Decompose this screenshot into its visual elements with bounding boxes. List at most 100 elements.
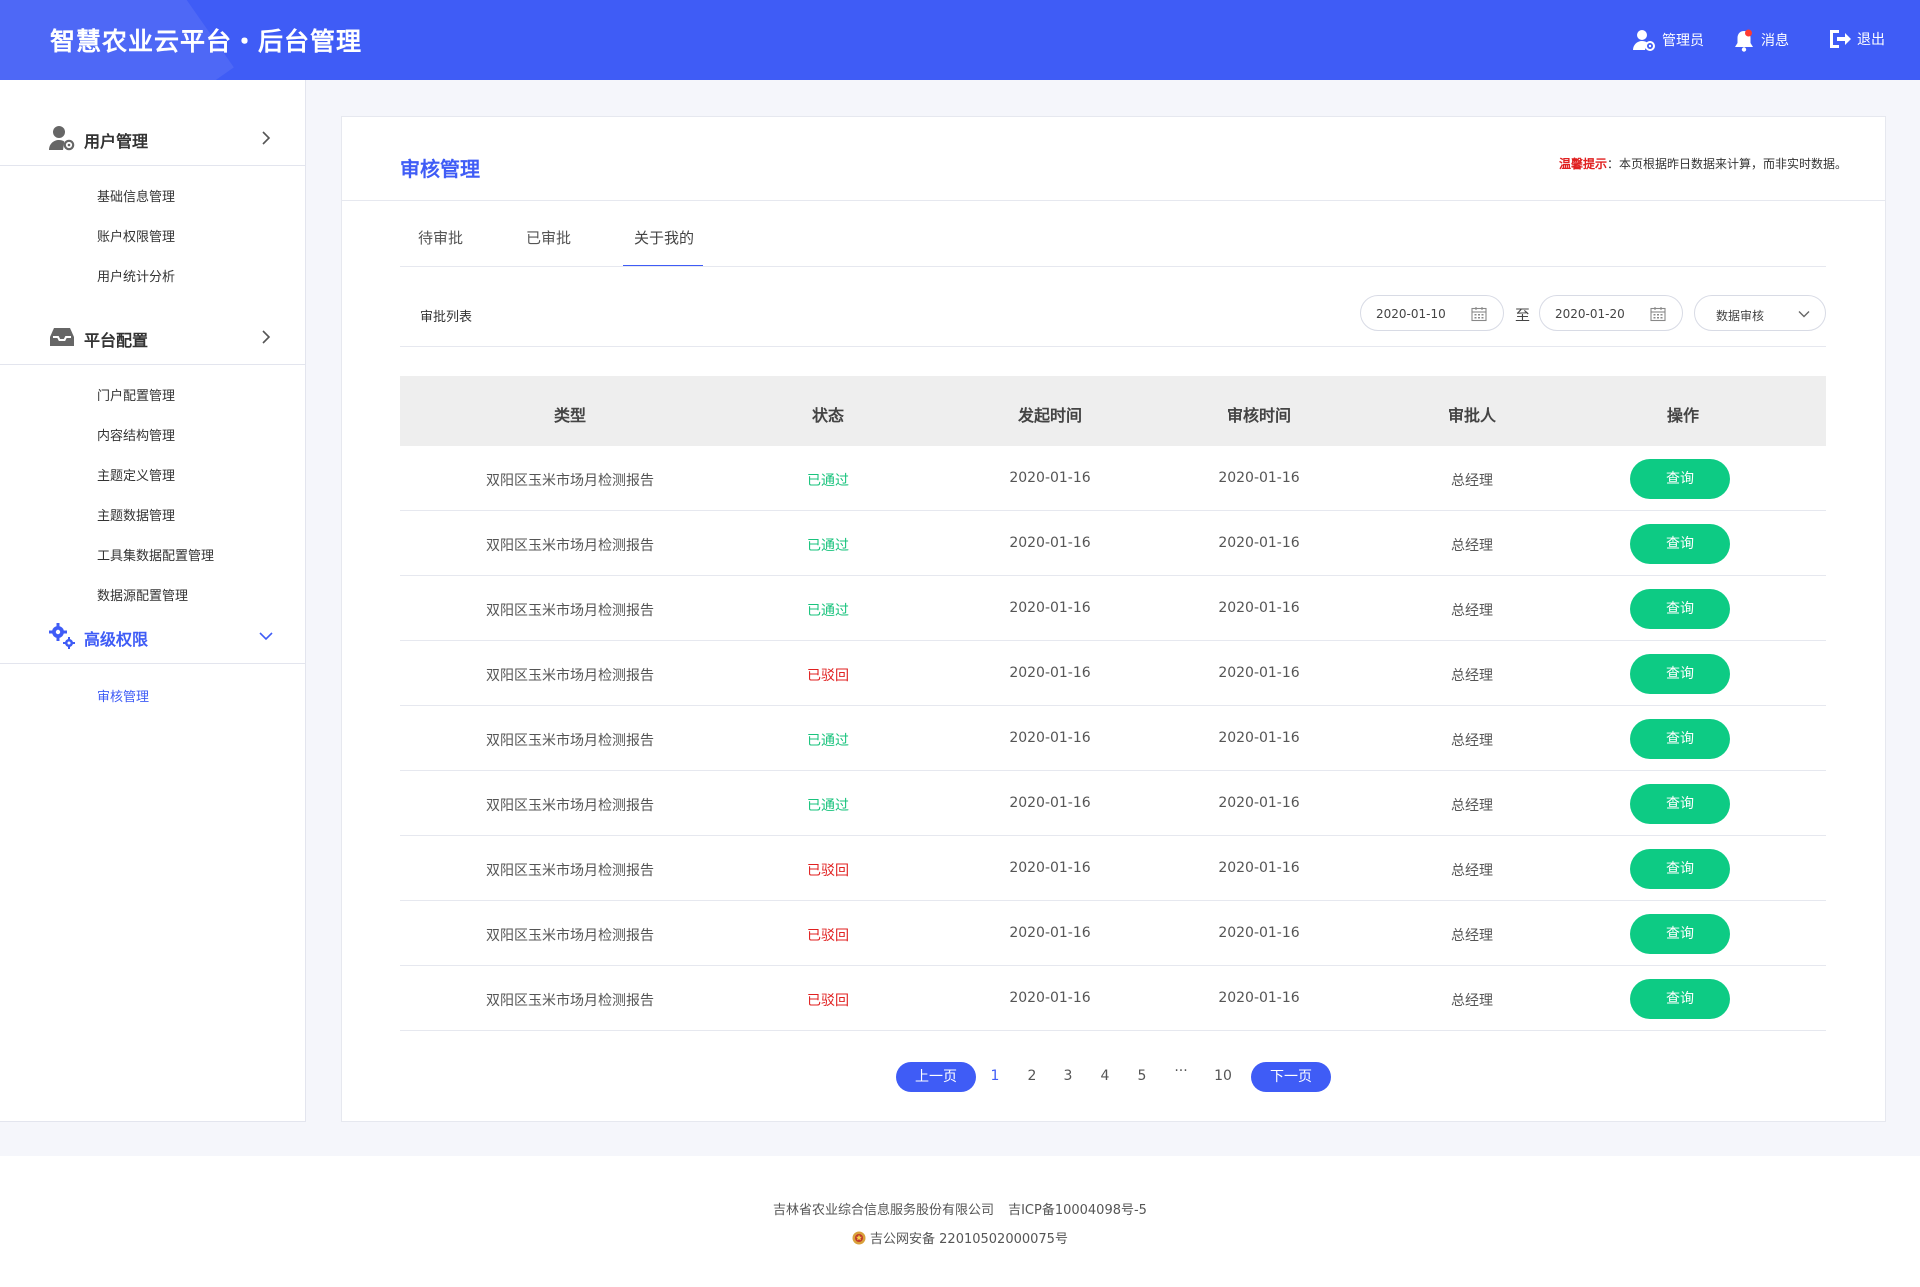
sidebar-group-user-management[interactable]: 用户管理 <box>0 110 305 166</box>
sidebar-group-advanced-permission[interactable]: 高级权限 <box>0 608 305 664</box>
cell-review-time: 2020-01-16 <box>1218 730 1300 746</box>
sidebar-item-review-management[interactable]: 审核管理 <box>97 686 149 705</box>
cell-type: 双阳区玉米市场月检测报告 <box>486 863 654 879</box>
footer: 吉林省农业综合信息服务股份有限公司 吉ICP备10004098号-5 吉公网安备 … <box>0 1156 1920 1287</box>
sidebar-group-platform-config[interactable]: 平台配置 <box>0 309 305 365</box>
tab-approved[interactable]: 已审批 <box>526 227 571 248</box>
start-date-value: 2020-01-10 <box>1376 307 1446 321</box>
column-header-start-time: 发起时间 <box>1017 406 1083 425</box>
title-divider <box>342 200 1885 201</box>
cell-approver: 总经理 <box>1451 603 1493 619</box>
gears-icon <box>49 623 75 649</box>
app-title: 智慧农业云平台・后台管理 <box>50 27 363 56</box>
footer-company: 吉林省农业综合信息服务股份有限公司 <box>773 1203 995 1218</box>
column-header-type: 类型 <box>553 406 587 425</box>
cell-start-time: 2020-01-16 <box>1009 600 1091 616</box>
page-3[interactable]: 3 <box>1064 1068 1073 1084</box>
cell-type: 双阳区玉米市场月检测报告 <box>486 603 654 619</box>
table-row: 双阳区玉米市场月检测报告 已驳回 2020-01-16 2020-01-16 总经理 查询 <box>400 836 1826 901</box>
prev-page-button[interactable]: 上一页 <box>896 1062 976 1092</box>
sidebar-item-basic-info[interactable]: 基础信息管理 <box>97 186 175 205</box>
top-header: 智慧农业云平台・后台管理 管理员 消息 退出 <box>0 0 1920 80</box>
cell-review-time: 2020-01-16 <box>1218 925 1300 941</box>
cell-status: 已驳回 <box>807 863 849 879</box>
chevron-right-icon <box>262 131 271 145</box>
message-menu[interactable]: 消息 <box>1733 28 1789 52</box>
list-label: 审批列表 <box>420 310 473 325</box>
table-row: 双阳区玉米市场月检测报告 已驳回 2020-01-16 2020-01-16 总经理 查询 <box>400 966 1826 1031</box>
query-button[interactable]: 查询 <box>1630 719 1730 759</box>
sidebar-group-label: 用户管理 <box>84 132 149 151</box>
end-date-field[interactable]: 2020-01-20 <box>1539 295 1683 331</box>
tab-about-me[interactable]: 关于我的 <box>634 227 694 248</box>
tab-pending[interactable]: 待审批 <box>418 227 463 248</box>
table-row: 双阳区玉米市场月检测报告 已通过 2020-01-16 2020-01-16 总经理 查询 <box>400 771 1826 836</box>
sidebar-item-theme-definition[interactable]: 主题定义管理 <box>97 465 175 484</box>
footer-police-record[interactable]: 吉公网安备 22010502000075号 <box>870 1232 1068 1247</box>
cell-type: 双阳区玉米市场月检测报告 <box>486 928 654 944</box>
query-button[interactable]: 查询 <box>1630 589 1730 629</box>
main-card: 审核管理 温馨提示：本页根据昨日数据来计算，而非实时数据。 待审批 已审批 关于… <box>341 116 1886 1122</box>
cell-review-time: 2020-01-16 <box>1218 470 1300 486</box>
query-button[interactable]: 查询 <box>1630 849 1730 889</box>
sidebar-item-content-structure[interactable]: 内容结构管理 <box>97 425 175 444</box>
cell-review-time: 2020-01-16 <box>1218 535 1300 551</box>
page-5[interactable]: 5 <box>1138 1068 1147 1084</box>
cell-approver: 总经理 <box>1451 928 1493 944</box>
sidebar-item-theme-data[interactable]: 主题数据管理 <box>97 505 175 524</box>
review-type-select[interactable]: 数据审核 <box>1694 295 1826 331</box>
cell-review-time: 2020-01-16 <box>1218 600 1300 616</box>
page-4[interactable]: 4 <box>1101 1068 1110 1084</box>
sidebar-item-account-permission[interactable]: 账户权限管理 <box>97 226 175 245</box>
start-date-field[interactable]: 2020-01-10 <box>1360 295 1504 331</box>
cell-status: 已通过 <box>807 733 849 749</box>
cell-status: 已驳回 <box>807 993 849 1009</box>
cell-approver: 总经理 <box>1451 733 1493 749</box>
page-1[interactable]: 1 <box>991 1068 1000 1084</box>
query-button[interactable]: 查询 <box>1630 914 1730 954</box>
chevron-down-icon <box>1798 311 1810 318</box>
cell-type: 双阳区玉米市场月检测报告 <box>486 798 654 814</box>
police-badge-icon <box>852 1231 866 1245</box>
cell-approver: 总经理 <box>1451 473 1493 489</box>
column-header-status: 状态 <box>811 406 845 425</box>
end-date-value: 2020-01-20 <box>1555 307 1625 321</box>
sidebar-item-portal-config[interactable]: 门户配置管理 <box>97 385 175 404</box>
calendar-icon <box>1650 307 1666 322</box>
column-header-action: 操作 <box>1666 406 1700 425</box>
sidebar-item-toolset-data-config[interactable]: 工具集数据配置管理 <box>97 545 214 564</box>
cell-review-time: 2020-01-16 <box>1218 990 1300 1006</box>
table-row: 双阳区玉米市场月检测报告 已通过 2020-01-16 2020-01-16 总经理 查询 <box>400 576 1826 641</box>
sidebar-item-user-statistics[interactable]: 用户统计分析 <box>97 266 175 285</box>
tip-label: 温馨提示 <box>1558 157 1607 171</box>
admin-menu[interactable]: 管理员 <box>1632 28 1704 52</box>
admin-label: 管理员 <box>1662 33 1704 49</box>
cell-approver: 总经理 <box>1451 863 1493 879</box>
tip-message: 温馨提示：本页根据昨日数据来计算，而非实时数据。 <box>1559 155 1847 172</box>
cell-status: 已驳回 <box>807 928 849 944</box>
cell-start-time: 2020-01-16 <box>1009 925 1091 941</box>
page-2[interactable]: 2 <box>1028 1068 1037 1084</box>
page-10[interactable]: 10 <box>1214 1068 1232 1084</box>
footer-police-line: 吉公网安备 22010502000075号 <box>0 1228 1920 1247</box>
cell-start-time: 2020-01-16 <box>1009 535 1091 551</box>
query-button[interactable]: 查询 <box>1630 459 1730 499</box>
logout-icon <box>1830 30 1851 48</box>
logout-button[interactable]: 退出 <box>1827 28 1885 50</box>
sidebar-item-datasource-config[interactable]: 数据源配置管理 <box>97 585 188 604</box>
cell-type: 双阳区玉米市场月检测报告 <box>486 733 654 749</box>
cell-start-time: 2020-01-16 <box>1009 860 1091 876</box>
query-button[interactable]: 查询 <box>1630 654 1730 694</box>
cell-review-time: 2020-01-16 <box>1218 665 1300 681</box>
footer-icp[interactable]: 吉ICP备10004098号-5 <box>1008 1203 1147 1218</box>
query-button[interactable]: 查询 <box>1630 524 1730 564</box>
cell-type: 双阳区玉米市场月检测报告 <box>486 473 654 489</box>
logout-label: 退出 <box>1857 32 1885 48</box>
cell-start-time: 2020-01-16 <box>1009 730 1091 746</box>
next-page-button[interactable]: 下一页 <box>1251 1062 1331 1092</box>
cell-start-time: 2020-01-16 <box>1009 795 1091 811</box>
cell-status: 已通过 <box>807 603 849 619</box>
query-button[interactable]: 查询 <box>1630 979 1730 1019</box>
review-type-value: 数据审核 <box>1716 309 1765 323</box>
query-button[interactable]: 查询 <box>1630 784 1730 824</box>
